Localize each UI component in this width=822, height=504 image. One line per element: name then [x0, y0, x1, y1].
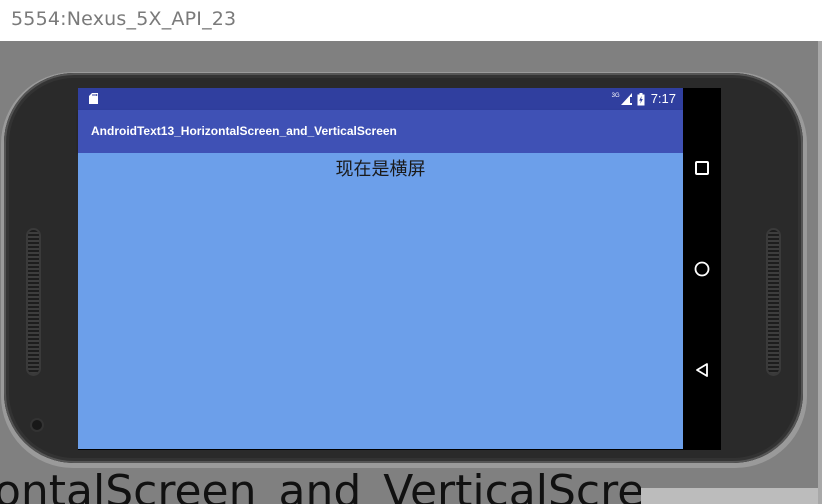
left-speaker-grille [28, 230, 39, 374]
front-camera [32, 420, 42, 430]
status-clock: 7:17 [650, 91, 676, 106]
home-icon[interactable] [694, 261, 710, 277]
emulator-area: ontalScreen_and_VerticalScre 3G 7:17 And… [0, 41, 822, 504]
app-title: AndroidText13_HorizontalScreen_and_Verti… [91, 124, 397, 138]
signal-icon [620, 93, 632, 105]
right-speaker-grille [768, 230, 779, 374]
background-partial-text: ontalScreen_and_VerticalScre [0, 466, 645, 504]
window-titlebar: 5554:Nexus_5X_API_23 [0, 0, 822, 41]
back-icon[interactable] [694, 362, 710, 378]
recents-icon[interactable] [694, 160, 710, 176]
window-title: 5554:Nexus_5X_API_23 [11, 8, 237, 30]
network-type-label: 3G [611, 93, 620, 99]
app-bar: AndroidText13_HorizontalScreen_and_Verti… [78, 110, 683, 153]
sd-card-icon [89, 93, 98, 104]
navigation-bar [683, 88, 721, 450]
window-edge-scrollbar[interactable] [818, 41, 822, 504]
orientation-message: 现在是横屏 [335, 159, 426, 180]
background-strip [641, 488, 822, 504]
content-area: 现在是横屏 [78, 153, 683, 449]
battery-charging-icon [637, 92, 645, 105]
device-screen: 3G 7:17 AndroidText13_HorizontalScreen_a… [78, 88, 721, 450]
status-bar: 3G 7:17 [78, 88, 683, 110]
